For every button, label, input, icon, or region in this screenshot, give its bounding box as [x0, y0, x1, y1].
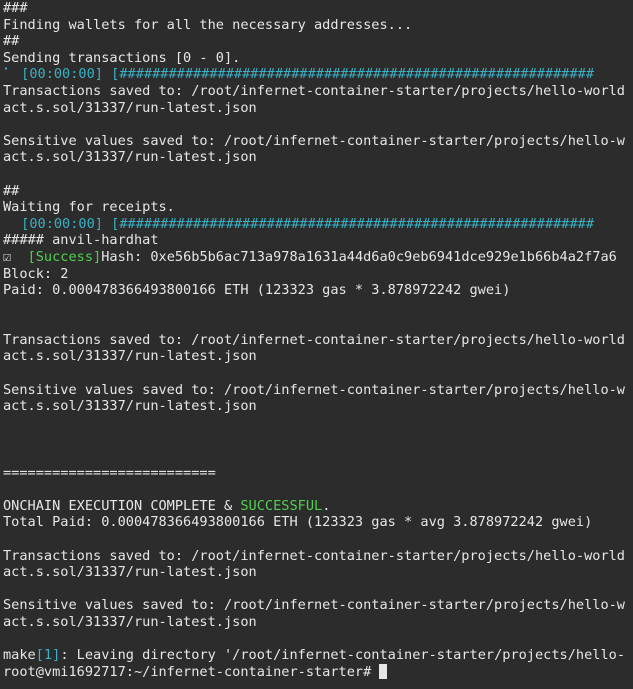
terminal-line: Block: 2 — [3, 265, 69, 282]
completion-period: . — [322, 497, 331, 514]
success-hash-line: ☑ [Success]Hash: 0xe56b5b6ac713a978a1631… — [3, 249, 633, 266]
elapsed-time: [00:00:00] — [21, 215, 103, 232]
terminal-line: ## — [3, 33, 20, 50]
make-command: make — [3, 647, 36, 664]
spinner-glyph: ⠁ — [3, 66, 22, 83]
make-level: [1] — [35, 647, 61, 664]
terminal-line: act.s.sol/31337/run-latest.json — [3, 149, 257, 166]
terminal-line: Sending transactions [0 - 0]. — [3, 49, 241, 66]
terminal-line: ### — [3, 0, 28, 16]
terminal-line: Sensitive values saved to: /root/inferne… — [3, 597, 625, 614]
tx-hash: Hash: 0xe56b5b6ac713a978a1631a44d6a0c9eb… — [101, 248, 617, 265]
terminal-line: act.s.sol/31337/run-latest.json — [3, 348, 257, 365]
progress-line-receipts: ⠀ [00:00:00] [##########################… — [3, 216, 633, 233]
elapsed-time: [00:00:00] — [21, 66, 103, 83]
terminal-line: ## — [3, 182, 20, 199]
prompt-line[interactable]: root@vmi1692717:~/infernet-container-sta… — [3, 663, 633, 681]
terminal-line: Transactions saved to: /root/infernet-co… — [3, 82, 625, 99]
separator-line: ========================== — [3, 464, 216, 481]
terminal-line: act.s.sol/31337/run-latest.json — [3, 99, 257, 116]
terminal-window[interactable]: ### Finding wallets for all the necessar… — [0, 0, 633, 689]
text-cursor[interactable] — [379, 663, 388, 679]
terminal-line: ##### anvil-hardhat — [3, 232, 159, 249]
spinner-glyph: ⠀ — [3, 215, 22, 232]
progress-line-send: ⠁ [00:00:00] [##########################… — [3, 66, 633, 83]
terminal-line: act.s.sol/31337/run-latest.json — [3, 613, 257, 630]
make-message: : Leaving directory '/root/infernet-cont… — [60, 647, 626, 664]
completion-line: ONCHAIN EXECUTION COMPLETE & SUCCESSFUL. — [3, 498, 633, 515]
terminal-line: Paid: 0.000478366493800166 ETH (123323 g… — [3, 282, 511, 299]
terminal-line: Transactions saved to: /root/infernet-co… — [3, 331, 625, 348]
progress-bar: [#######################################… — [102, 215, 595, 232]
completion-text: ONCHAIN EXECUTION COMPLETE & — [3, 497, 241, 514]
make-line: make[1]: Leaving directory '/root/infern… — [3, 647, 633, 664]
terminal-line: Sensitive values saved to: /root/inferne… — [3, 132, 625, 149]
checkbox-icon: ☑ — [3, 248, 28, 265]
terminal-line: Finding wallets for all the necessary ad… — [3, 16, 413, 33]
success-label: [Success] — [27, 248, 102, 265]
successful-label: SUCCESSFUL — [240, 497, 323, 514]
terminal-line: act.s.sol/31337/run-latest.json — [3, 398, 257, 415]
progress-bar: [#######################################… — [102, 66, 595, 83]
terminal-line: Transactions saved to: /root/infernet-co… — [3, 547, 625, 564]
shell-prompt: root@vmi1692717:~/infernet-container-sta… — [3, 663, 380, 680]
terminal-line: act.s.sol/31337/run-latest.json — [3, 564, 257, 581]
terminal-line: Total Paid: 0.000478366493800166 ETH (12… — [3, 514, 593, 531]
terminal-line: Sensitive values saved to: /root/inferne… — [3, 381, 625, 398]
terminal-line: Waiting for receipts. — [3, 199, 175, 216]
